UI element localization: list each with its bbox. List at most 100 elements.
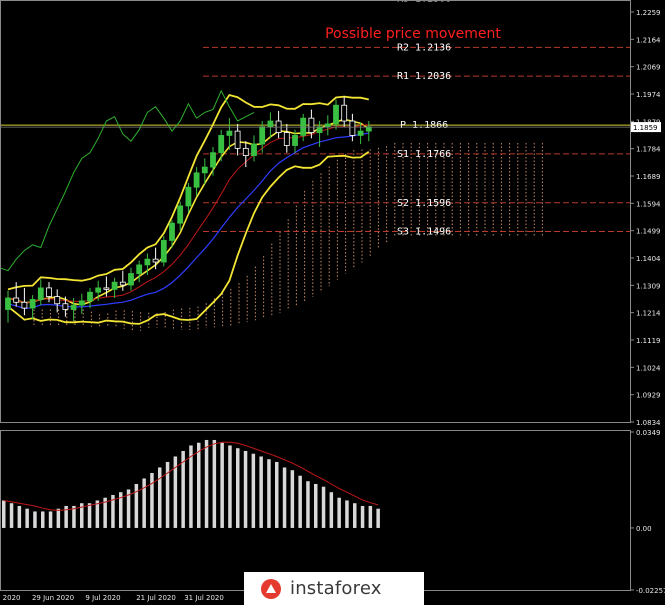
candle-bull (259, 126, 266, 145)
pivot-label-s1: S1 1.1766 (397, 149, 451, 160)
candle-bear (62, 303, 69, 310)
pivot-label-r2: R2 1.2136 (397, 42, 451, 53)
candle-bull (144, 258, 151, 266)
candle-bear (21, 301, 28, 309)
candle-bull (111, 281, 118, 290)
date-label: 9 Jul 2020 (85, 594, 120, 602)
candle-bull (292, 135, 298, 146)
candle-bear (46, 287, 52, 297)
osc-bar (158, 467, 162, 528)
price-tick-label: 1.1499 (636, 228, 661, 236)
candle-bull (160, 240, 167, 263)
osc-bar (321, 486, 326, 528)
candle-bull (177, 205, 184, 224)
candle-bull (95, 287, 102, 293)
candle-bear (341, 104, 348, 122)
osc-bar (197, 442, 201, 528)
osc-bar (87, 503, 92, 528)
osc-bar (282, 467, 287, 528)
blue-ma-line (7, 132, 369, 310)
candle-bull (333, 104, 339, 125)
osc-bar (251, 453, 256, 528)
candle-bull (324, 123, 331, 128)
osc-bar (204, 439, 209, 528)
osc-bar (290, 470, 295, 528)
osc-bar (243, 450, 248, 528)
candle-bull (226, 130, 233, 136)
price-tick-label: 1.1974 (636, 91, 661, 99)
price-tick-label: 1.1024 (636, 364, 661, 372)
price-tick-label: 1.1119 (636, 337, 661, 345)
date-label: 29 Jun 2020 (32, 594, 74, 602)
osc-bar (259, 456, 263, 528)
candle-bear (242, 147, 249, 156)
candle-bull (251, 143, 257, 156)
osc-bar (376, 508, 380, 528)
candle-bull (169, 222, 175, 241)
pivot-label-p: P 1.1866 (400, 120, 448, 131)
candle-bear (103, 287, 110, 290)
price-tick-label: 1.2164 (636, 36, 661, 44)
candle-bull (218, 135, 225, 154)
watermark-logo: instaforex (244, 572, 424, 605)
osc-bar (56, 508, 61, 528)
candle-bear (283, 132, 290, 146)
price-tick-label: 1.1689 (636, 173, 661, 181)
date-label: Jun 2020 (0, 594, 20, 602)
osc-bar (33, 511, 37, 528)
candle-bull (193, 172, 200, 188)
chikou-line (0, 89, 255, 272)
candle-bull (78, 300, 85, 306)
osc-bar (298, 475, 302, 528)
price-tick-label: 1.1214 (636, 310, 661, 318)
osc-bar (228, 445, 232, 528)
candle-bear (54, 296, 61, 305)
candle-bear (234, 130, 241, 149)
candle-bear (152, 258, 159, 263)
candle-bull (29, 299, 36, 309)
osc-bar (360, 505, 365, 528)
candle-bull (87, 291, 93, 302)
candle-bull (185, 186, 192, 207)
candle-bull (128, 273, 134, 286)
osc-bar (48, 511, 53, 528)
price-tick-label: 1.2259 (636, 9, 661, 17)
pivot-label-s3: S3 1.1496 (397, 227, 451, 238)
osc-bar (25, 508, 29, 528)
osc-bar (212, 439, 217, 528)
osc-bar (41, 511, 45, 528)
pivot-label-r1: R1 1.2036 (397, 71, 451, 82)
osc-bar (314, 483, 318, 528)
osc-bar (95, 500, 100, 528)
osc-bar (220, 442, 224, 528)
date-label: 31 Jul 2020 (184, 594, 224, 602)
candle-bear (13, 297, 20, 303)
candle-bull (136, 264, 143, 274)
annotation-title: Possible price movement (325, 26, 501, 42)
candle-bull (5, 297, 11, 310)
candle-bull (70, 304, 77, 310)
osc-bar (329, 492, 334, 528)
current-price-label: 1.1859 (633, 124, 658, 132)
price-tick-label: 1.1784 (636, 146, 661, 154)
price-tick-label: 1.0834 (636, 419, 661, 427)
osc-bar (345, 500, 349, 528)
osc-bar (337, 497, 341, 528)
osc-tick-label: 0.00 (636, 525, 652, 533)
price-tick-label: 1.0929 (636, 392, 661, 400)
date-label: 21 Jul 2020 (136, 594, 176, 602)
osc-bar (17, 505, 22, 528)
osc-bar (150, 472, 154, 528)
osc-bar (142, 478, 146, 528)
candle-bear (119, 281, 126, 286)
osc-bar (236, 448, 240, 528)
candle-bear (349, 120, 356, 136)
price-tick-label: 1.1594 (636, 200, 661, 208)
osc-bar (267, 459, 271, 528)
osc-bar (368, 505, 373, 528)
price-tick-label: 1.2069 (636, 64, 661, 72)
candle-bear (308, 117, 315, 133)
brand-icon (260, 578, 282, 600)
candle-bull (201, 166, 208, 174)
osc-bar (9, 503, 14, 528)
